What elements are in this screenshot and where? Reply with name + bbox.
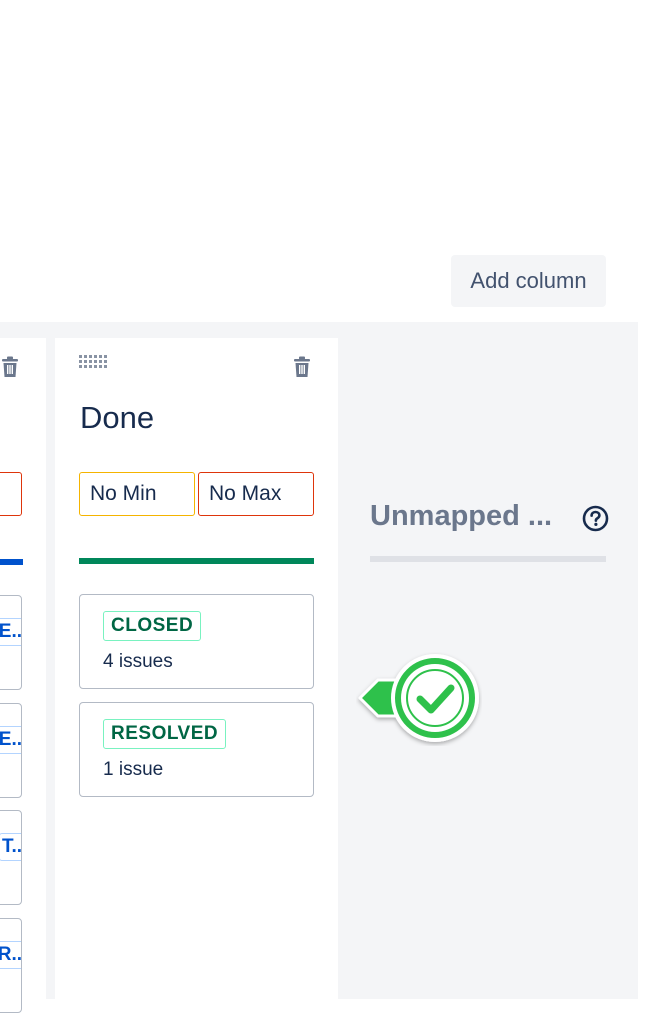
- status-card-closed[interactable]: CLOSED 4 issues: [79, 594, 314, 689]
- unmapped-column-title: Unmapped ...: [370, 500, 553, 532]
- max-limit-field[interactable]: No Max: [198, 472, 314, 516]
- column-partial: E.. E.. T.. R..: [0, 338, 46, 1013]
- min-limit-field[interactable]: No Min: [79, 472, 195, 516]
- max-limit-field[interactable]: [0, 472, 22, 516]
- help-icon[interactable]: [582, 505, 609, 532]
- status-lozenge: RESOLVED: [103, 719, 227, 749]
- status-lozenge: E..: [0, 618, 21, 646]
- issue-count: 4 issues: [103, 651, 173, 672]
- column-done: Done No Min No Max CLOSED 4 issues RESOL…: [55, 338, 338, 999]
- add-column-button[interactable]: Add column: [451, 255, 606, 307]
- status-lozenge: E..: [0, 726, 21, 754]
- status-lozenge: CLOSED: [103, 611, 202, 641]
- trash-icon[interactable]: [0, 356, 20, 378]
- status-card[interactable]: E..: [0, 703, 22, 798]
- column-title[interactable]: Done: [80, 400, 154, 436]
- status-card[interactable]: E..: [0, 595, 22, 690]
- board-columns-area: E.. E.. T.. R.. Done No Min No Max CLOSE…: [0, 322, 638, 1013]
- status-lozenge: T..: [0, 833, 21, 861]
- trash-icon[interactable]: [292, 356, 312, 378]
- check-badge-icon: [358, 654, 479, 742]
- column-color-bar: [79, 558, 314, 564]
- status-card-resolved[interactable]: RESOLVED 1 issue: [79, 702, 314, 797]
- column-color-bar: [0, 559, 23, 565]
- status-card[interactable]: T..: [0, 810, 22, 905]
- issue-count: 1 issue: [103, 759, 164, 780]
- drag-grip-icon[interactable]: [79, 355, 109, 371]
- status-lozenge: R..: [0, 941, 21, 969]
- column-color-bar: [370, 556, 606, 562]
